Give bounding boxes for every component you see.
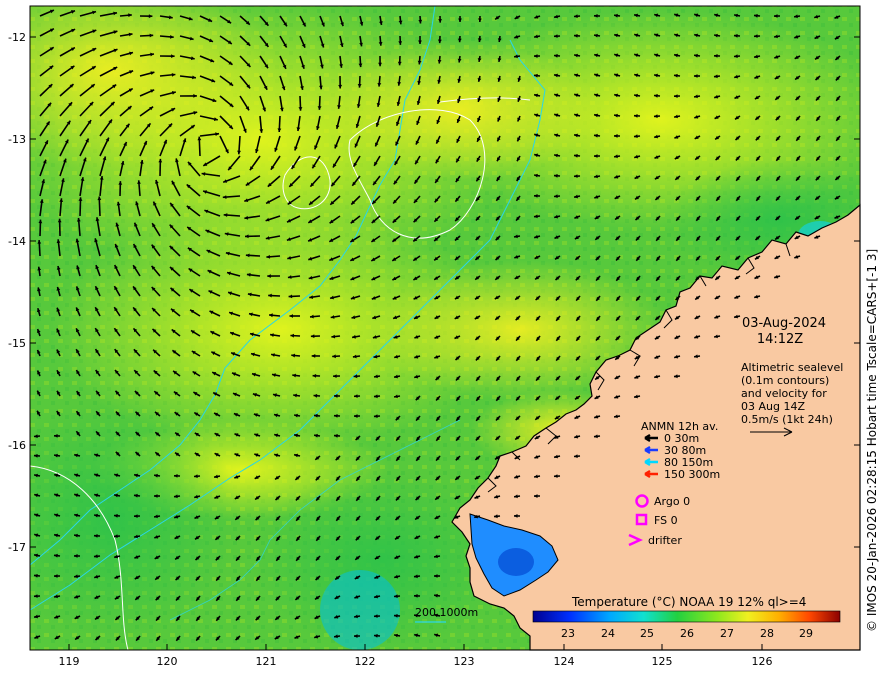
x-tick-label: 120 [157,655,178,668]
y-tick-label: -12 [8,31,26,44]
map-time: 14:12Z [757,332,803,347]
colorbar-tick-label: 27 [720,627,734,640]
king-sound-inner [498,548,534,576]
y-tick-label: -16 [8,439,26,452]
colorbar-tick-label: 29 [799,627,813,640]
info-line: 03 Aug 14Z [741,400,805,413]
y-tick-label: -14 [8,235,26,248]
y-tick-label: -13 [8,133,26,146]
info-line: and velocity for [741,387,827,400]
colorbar-title: Temperature (°C) NOAA 19 12% ql>=4 [571,595,806,609]
colorbar-tick-label: 24 [601,627,615,640]
colorbar-tick-label: 25 [640,627,654,640]
fs-label: FS 0 [654,514,678,527]
map-date: 03-Aug-2024 [742,316,826,331]
isobath-legend-label: 200 1000m [415,606,478,619]
info-line: 0.5m/s (1kt 24h) [741,413,833,426]
colorbar-tick-label: 23 [561,627,575,640]
colorbar-tick-label: 28 [760,627,774,640]
x-tick-label: 124 [554,655,575,668]
y-tick-label: -17 [8,541,26,554]
y-tick-label: -15 [8,337,26,350]
colorbar-tick-label: 26 [680,627,694,640]
info-line: Altimetric sealevel [741,361,843,374]
colorbar-gradient [532,610,841,623]
x-tick-label: 119 [59,655,80,668]
x-tick-label: 121 [256,655,277,668]
ocean-temperature-map: 119 120 121 122 123 124 125 126 -12 -13 … [0,0,880,680]
x-tick-label: 123 [454,655,475,668]
depth-legend-label: 150 300m [664,468,720,481]
argo-label: Argo 0 [654,495,690,508]
info-line: (0.1m contours) [741,374,829,387]
x-tick-label: 126 [752,655,773,668]
x-tick-label: 122 [355,655,376,668]
drifter-label: drifter [648,534,682,547]
imos-credit: © IMOS 20-Jan-2026 02:28:15 Hobart time … [865,249,879,632]
x-tick-label: 125 [652,655,673,668]
